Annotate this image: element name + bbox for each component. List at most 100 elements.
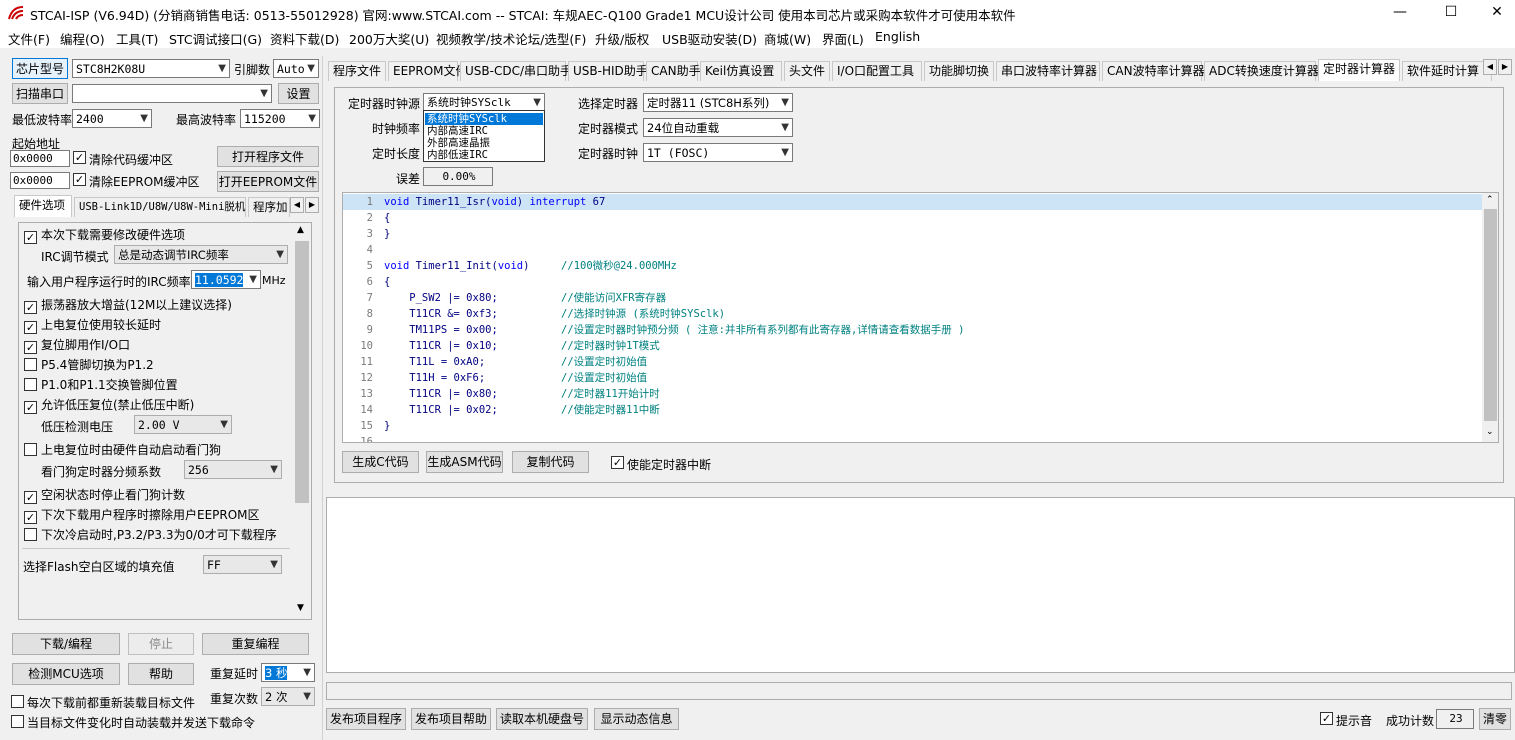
- tab-can-helper[interactable]: CAN助手: [646, 61, 701, 81]
- tab-scroll-right-icon[interactable]: ▶: [305, 197, 319, 213]
- checkbox[interactable]: ✓: [24, 231, 37, 244]
- close-button[interactable]: ✕: [1474, 0, 1515, 26]
- eeprom-address-input[interactable]: 0x0000: [10, 172, 70, 189]
- tab-io-config[interactable]: I/O口配置工具: [832, 61, 922, 81]
- option-cold-boot[interactable]: 下次冷启动时,P3.2/P3.3为0/0才可下载程序: [24, 526, 277, 543]
- irc-mode-select[interactable]: 总是动态调节IRC频率 ▼: [114, 245, 288, 264]
- stop-button[interactable]: 停止: [128, 633, 194, 655]
- generate-asm-button[interactable]: 生成ASM代码: [426, 451, 503, 473]
- option-p54-switch[interactable]: P5.4管脚切换为P1.2: [24, 356, 154, 373]
- checkbox[interactable]: ✓: [24, 301, 37, 314]
- tab-hardware-options[interactable]: 硬件选项: [14, 195, 72, 217]
- timer-mode-select[interactable]: 24位自动重载 ▼: [643, 118, 793, 137]
- checkbox[interactable]: ✓: [24, 341, 37, 354]
- port-select[interactable]: ▼: [72, 84, 272, 103]
- scroll-thumb[interactable]: [295, 241, 309, 503]
- menu-shop[interactable]: 商城(W): [764, 29, 811, 48]
- tab-scroll-left-icon[interactable]: ◀: [290, 197, 304, 213]
- irc-freq-input[interactable]: 11.0592 ▼: [191, 270, 261, 289]
- option-low-voltage-reset[interactable]: ✓ 允许低压复位(禁止低压中断): [24, 396, 194, 414]
- fill-value-select[interactable]: FF ▼: [203, 555, 282, 574]
- option-p10-swap[interactable]: P1.0和P1.1交换管脚位置: [24, 376, 178, 393]
- option-reset-io[interactable]: ✓ 复位脚用作I/O口: [24, 336, 130, 354]
- maximize-button[interactable]: ☐: [1428, 0, 1474, 26]
- tab-header-file[interactable]: 头文件: [784, 61, 830, 81]
- scroll-down-icon[interactable]: ▼: [297, 603, 304, 613]
- tab-program-file[interactable]: 程序文件: [328, 61, 386, 81]
- scan-port-button[interactable]: 扫描串口: [12, 83, 68, 104]
- scroll-up-icon[interactable]: ⌃: [1486, 195, 1494, 205]
- wdt-select[interactable]: 256 ▼: [184, 460, 282, 479]
- checkbox[interactable]: [24, 528, 37, 541]
- option-long-delay[interactable]: ✓ 上电复位使用较长延时: [24, 316, 161, 334]
- tab-can-baud[interactable]: CAN波特率计算器: [1102, 61, 1205, 81]
- minimize-button[interactable]: —: [1377, 0, 1423, 26]
- menu-upgrade[interactable]: 升级/版权: [595, 29, 649, 48]
- repeat-delay-select[interactable]: 3 秒 ▼: [261, 663, 315, 682]
- option-idle-stop-wdt[interactable]: ✓ 空闲状态时停止看门狗计数: [24, 486, 185, 504]
- timer-clock-select[interactable]: 1T (FOSC) ▼: [643, 143, 793, 162]
- open-program-file-button[interactable]: 打开程序文件: [217, 146, 319, 167]
- tab-uart-baud[interactable]: 串口波特率计算器: [996, 61, 1100, 81]
- generate-c-button[interactable]: 生成C代码: [342, 451, 419, 473]
- dropdown-option-internal-irc[interactable]: 内部高速IRC: [425, 125, 543, 137]
- checkbox[interactable]: [24, 358, 37, 371]
- chip-model-select[interactable]: STC8H2K08U ▼: [72, 59, 230, 78]
- max-baud-select[interactable]: 115200 ▼: [240, 109, 320, 128]
- splitter[interactable]: [322, 56, 323, 740]
- chip-model-button[interactable]: 芯片型号: [12, 58, 68, 79]
- checkbox[interactable]: ✓: [24, 491, 37, 504]
- menu-debug[interactable]: STC调试接口(G): [169, 29, 262, 48]
- checkbox[interactable]: ✓: [24, 401, 37, 414]
- menu-usb-driver[interactable]: USB驱动安装(D): [662, 29, 757, 48]
- reload-checkbox[interactable]: [11, 695, 24, 708]
- show-dynamic-info-button[interactable]: 显示动态信息: [594, 708, 679, 730]
- publish-help-button[interactable]: 发布项目帮助: [411, 708, 491, 730]
- scroll-down-icon[interactable]: ⌄: [1486, 427, 1494, 437]
- open-eeprom-file-button[interactable]: 打开EEPROM文件: [217, 171, 319, 192]
- dropdown-option-external-crystal[interactable]: 外部高速晶振: [425, 137, 543, 149]
- menu-file[interactable]: 文件(F): [8, 29, 50, 48]
- scroll-up-icon[interactable]: ▲: [297, 225, 304, 235]
- repeat-count-select[interactable]: 2 次 ▼: [261, 687, 315, 706]
- output-log[interactable]: [326, 497, 1515, 673]
- enable-interrupt-checkbox[interactable]: ✓: [611, 456, 624, 469]
- pins-select[interactable]: Auto ▼: [273, 59, 319, 78]
- option-osc-gain[interactable]: ✓ 振荡器放大增益(12M以上建议选择): [24, 296, 232, 314]
- menu-english[interactable]: English: [875, 29, 920, 44]
- option-modify-hw[interactable]: ✓ 本次下载需要修改硬件选项: [24, 226, 185, 244]
- menu-video[interactable]: 视频教学/技术论坛/选型(F): [436, 29, 586, 48]
- checkbox[interactable]: ✓: [24, 511, 37, 524]
- menu-tools[interactable]: 工具(T): [116, 29, 158, 48]
- repeat-program-button[interactable]: 重复编程: [202, 633, 309, 655]
- detect-mcu-button[interactable]: 检测MCU选项: [12, 663, 120, 685]
- tab-soft-delay[interactable]: 软件延时计算: [1402, 61, 1492, 81]
- clear-code-checkbox[interactable]: ✓: [73, 151, 86, 164]
- read-disk-button[interactable]: 读取本机硬盘号: [496, 708, 588, 730]
- tab-adc-speed[interactable]: ADC转换速度计算器: [1204, 61, 1319, 81]
- code-editor[interactable]: 1 void Timer11_Isr(void) interrupt 67 2{3}…: [342, 192, 1499, 443]
- tab-eeprom-file[interactable]: EEPROM文件: [388, 61, 468, 81]
- option-auto-watchdog[interactable]: 上电复位时由硬件自动启动看门狗: [24, 441, 221, 458]
- tab-keil-sim[interactable]: Keil仿真设置: [700, 61, 782, 81]
- options-scrollbar[interactable]: ▲ ▼: [293, 223, 311, 619]
- tab-usb-hid[interactable]: USB-HID助手: [568, 61, 648, 81]
- lvd-select[interactable]: 2.00 V ▼: [134, 415, 232, 434]
- right-tab-scroll-left-icon[interactable]: ◀: [1483, 59, 1497, 75]
- publish-project-button[interactable]: 发布项目程序: [326, 708, 406, 730]
- beep-checkbox[interactable]: ✓: [1320, 712, 1333, 725]
- checkbox[interactable]: [24, 378, 37, 391]
- dropdown-option-sysclk[interactable]: 系统时钟SYSclk: [425, 113, 543, 125]
- menu-award[interactable]: 200万大奖(U): [349, 29, 429, 48]
- clear-eeprom-checkbox[interactable]: ✓: [73, 173, 86, 186]
- help-button[interactable]: 帮助: [128, 663, 194, 685]
- settings-button[interactable]: 设置: [278, 83, 319, 104]
- checkbox[interactable]: [24, 443, 37, 456]
- download-program-button[interactable]: 下载/编程: [12, 633, 120, 655]
- checkbox[interactable]: ✓: [24, 321, 37, 334]
- clear-count-button[interactable]: 清零: [1479, 708, 1511, 730]
- auto-send-checkbox[interactable]: [11, 715, 24, 728]
- menu-download[interactable]: 资料下载(D): [270, 29, 339, 48]
- editor-scrollbar[interactable]: ⌃ ⌄: [1482, 193, 1498, 442]
- tab-timer-calc[interactable]: 定时器计算器: [1318, 59, 1400, 81]
